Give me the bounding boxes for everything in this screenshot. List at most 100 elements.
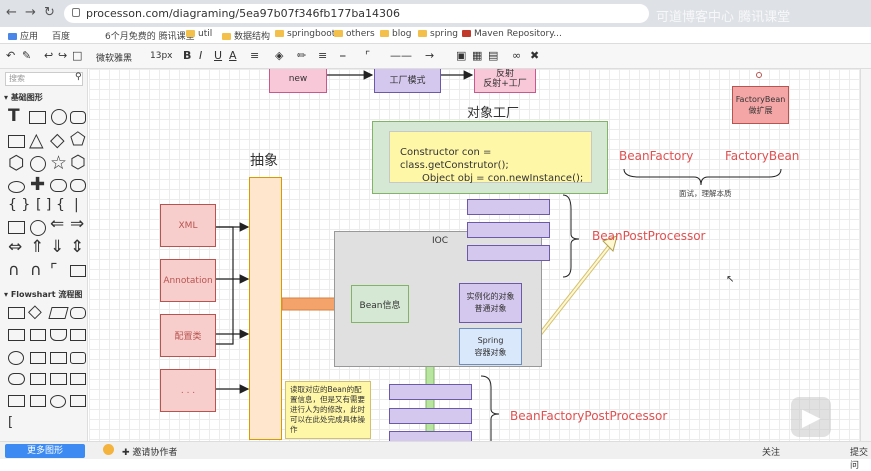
other-source-box[interactable]: . . . (160, 369, 216, 412)
bfpp-bar-2[interactable] (389, 408, 472, 424)
u-turn-shape-icon[interactable]: ∩ (8, 260, 20, 279)
url-bar[interactable]: processon.com/diagraming/5ea97b07f346fb1… (64, 4, 649, 23)
submit-button[interactable]: 提交问 (850, 445, 871, 471)
diamond-shape-icon[interactable]: ◇ (50, 129, 65, 151)
bpp-bar-1[interactable] (467, 199, 550, 215)
group-icon[interactable]: ▦ (472, 49, 482, 62)
double-arrow-shape-icon[interactable]: ⇔ (8, 237, 22, 257)
terminator-shape-icon[interactable] (70, 307, 86, 319)
font-family-select[interactable]: 微软雅黑 (96, 51, 132, 64)
delay-shape-icon[interactable] (8, 373, 25, 385)
code-note[interactable]: Constructor con = class.getConstrutor();… (389, 131, 592, 184)
brace-shape-icon[interactable]: { } (8, 197, 30, 213)
bookmark-item[interactable]: util (186, 29, 212, 39)
fill-color-icon[interactable]: ◈ (275, 49, 283, 62)
ellipse-shape-icon[interactable] (8, 181, 25, 193)
follow-button[interactable]: 关注 (762, 445, 780, 458)
corner-shape-icon[interactable]: ⌜ (50, 260, 58, 279)
sector-shape-icon[interactable] (30, 220, 46, 236)
updown-arrow-shape-icon[interactable]: ⇕ (70, 237, 84, 257)
paint-icon[interactable]: □ (72, 49, 82, 62)
config-class-box[interactable]: 配置类 (160, 314, 216, 357)
underline-button[interactable]: U (214, 49, 222, 62)
arrow-end-icon[interactable]: → (425, 49, 434, 62)
flowchart-header[interactable]: ▾ Flowshart 流程图 (4, 289, 82, 300)
bold-button[interactable]: B (183, 49, 191, 62)
manual-op-shape-icon[interactable] (30, 373, 46, 385)
u-shape-icon[interactable]: ∩ (30, 260, 42, 279)
line-width-icon[interactable]: ≡ (318, 49, 327, 62)
undo-arrow-icon[interactable]: ↩ (44, 49, 53, 62)
predefined-shape-icon[interactable] (8, 329, 25, 341)
bean-info-box[interactable]: Bean信息 (351, 285, 409, 323)
right-arrow-shape-icon[interactable]: ⇒ (70, 214, 84, 234)
font-size-select[interactable]: 13px (150, 51, 173, 61)
back-icon[interactable]: ← (6, 5, 17, 20)
up-arrow-shape-icon[interactable]: ⇑ (30, 237, 44, 257)
forward-icon[interactable]: → (25, 5, 36, 20)
annotation-source-box[interactable]: Annotation (160, 259, 216, 302)
square-shape-icon[interactable] (8, 135, 25, 148)
connector-flow-shape-icon[interactable] (8, 351, 24, 365)
basic-shapes-header[interactable]: ▾ 基础图形 (4, 92, 43, 103)
line-style-icon[interactable]: ⎯ (340, 49, 346, 63)
wrench-icon[interactable]: ✖ (530, 49, 539, 62)
annotation-shape-icon[interactable] (70, 395, 86, 407)
cloud-shape-icon[interactable] (50, 179, 67, 192)
bracket-shape-icon[interactable]: [ ] (36, 197, 51, 213)
pentagon-shape-icon[interactable]: ⬠ (70, 129, 86, 150)
circle-shape-icon[interactable] (51, 109, 67, 125)
redo-arrow-icon[interactable]: ↪ (58, 49, 67, 62)
display-shape-icon[interactable] (70, 352, 86, 364)
search-icon[interactable]: ⚲ (75, 72, 82, 82)
manual-input-shape-icon[interactable] (70, 329, 86, 341)
abstract-bar[interactable] (249, 177, 282, 440)
loop-shape-icon[interactable] (70, 373, 86, 385)
triangle-shape-icon[interactable]: △ (29, 129, 44, 151)
xml-source-box[interactable]: XML (160, 204, 216, 247)
doc-shape-icon[interactable] (8, 221, 25, 234)
prep-shape-icon[interactable] (50, 373, 67, 385)
tape-shape-icon[interactable] (50, 352, 67, 364)
doc-flow-shape-icon[interactable] (30, 329, 46, 341)
spring-container-object-box[interactable]: Spring 容器对象 (459, 328, 522, 365)
process-shape-icon[interactable] (8, 307, 25, 319)
bookmark-item[interactable]: Maven Repository... (462, 29, 562, 39)
bookmark-item[interactable]: 数据结构 (222, 29, 270, 42)
italic-button[interactable]: I (199, 49, 202, 62)
diagram-canvas[interactable]: new 工厂模式 反射 反射+工厂 对象工厂 Constructor con = … (89, 69, 871, 441)
bookmark-item[interactable]: 百度 (52, 29, 70, 42)
bracket-flow-shape-icon[interactable]: [ (8, 415, 13, 430)
reflect-factory-box[interactable]: 反射 反射+工厂 (474, 69, 536, 93)
multi-doc-shape-icon[interactable] (50, 329, 67, 341)
down-arrow-shape-icon[interactable]: ⇓ (50, 237, 64, 257)
storage-shape-icon[interactable] (8, 395, 25, 407)
bookmark-item[interactable]: others (334, 29, 375, 39)
line-shape-icon[interactable]: | (74, 197, 79, 213)
rounded-rect-shape-icon[interactable] (70, 111, 86, 124)
bookmark-item[interactable]: spring (418, 29, 458, 39)
cross-shape-icon[interactable]: ✚ (30, 174, 45, 195)
bpp-bar-2[interactable] (467, 222, 550, 238)
heptagon-shape-icon[interactable]: ⬡ (70, 152, 86, 173)
data-shape-icon[interactable] (48, 307, 69, 319)
star-shape-icon[interactable]: ☆ (50, 152, 67, 174)
left-arrow-shape-icon[interactable]: ⇐ (50, 214, 64, 234)
bookmark-item[interactable]: springboot (275, 29, 335, 39)
bookmark-item[interactable]: 应用 (8, 29, 38, 42)
text-shape-icon[interactable]: T (8, 106, 20, 126)
reload-icon[interactable]: ↻ (44, 5, 55, 20)
hexagon-shape-icon[interactable]: ⬡ (8, 152, 25, 174)
card-shape-icon[interactable] (30, 352, 46, 364)
bfpp-bar-3[interactable] (389, 431, 472, 441)
bfpp-bar-1[interactable] (389, 384, 472, 400)
factorybean-box[interactable]: FactoryBean 做扩展 (732, 86, 789, 124)
video-play-overlay[interactable]: ▶ (791, 397, 831, 437)
font-color-button[interactable]: A (229, 49, 237, 62)
shape-search-input[interactable]: 搜索 (5, 72, 83, 86)
undo-icon[interactable]: ↶ (6, 49, 15, 62)
connector-icon[interactable]: ⌜ (365, 49, 370, 62)
octagon-shape-icon[interactable] (30, 156, 46, 172)
bookmark-item[interactable]: 6个月免费的 腾讯课堂 (105, 29, 195, 42)
more-shapes-button[interactable]: 更多图形 (5, 444, 85, 458)
